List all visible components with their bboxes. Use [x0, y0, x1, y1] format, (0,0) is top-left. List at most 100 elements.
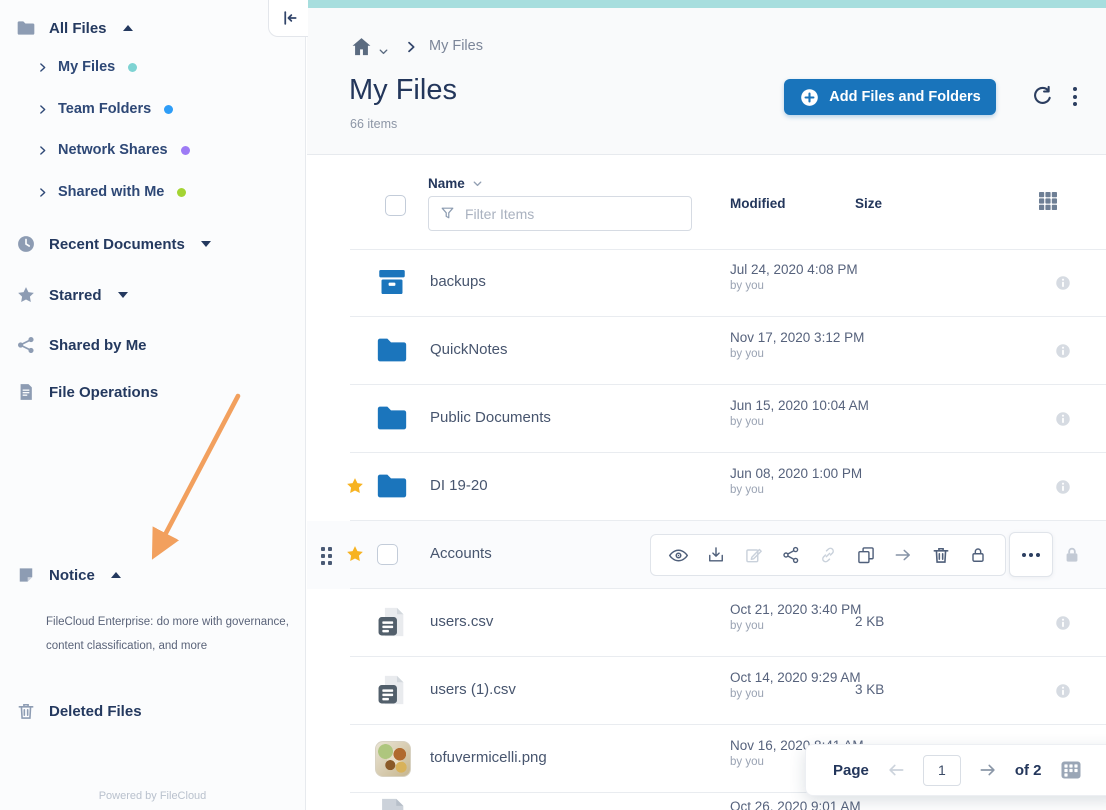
- archive-folder-icon: [375, 265, 409, 299]
- document-icon: [16, 382, 36, 402]
- select-all-checkbox[interactable]: [385, 195, 406, 216]
- info-icon[interactable]: [1054, 342, 1072, 360]
- notice-text: FileCloud Enterprise: do more with gover…: [46, 610, 300, 658]
- previous-page-icon[interactable]: [886, 760, 906, 780]
- grid-view-icon[interactable]: [1036, 189, 1060, 213]
- modified-date: Oct 14, 2020 9:29 AM: [730, 670, 861, 685]
- column-header-name[interactable]: Name: [428, 176, 484, 191]
- breadcrumb-current[interactable]: My Files: [429, 38, 483, 54]
- table-row-hovered[interactable]: Accounts: [307, 521, 1106, 589]
- copy-icon[interactable]: [856, 545, 876, 565]
- drag-handle-icon[interactable]: [321, 547, 332, 565]
- main-content: My Files My Files 66 items Add Files and…: [307, 0, 1106, 810]
- total-pages-label: of 2: [1015, 762, 1042, 779]
- column-header-modified[interactable]: Modified: [730, 196, 786, 211]
- sort-chevron-icon: [471, 177, 484, 190]
- modified-date: Jul 24, 2020 4:08 PM: [730, 262, 858, 277]
- sidebar-item-team-folders[interactable]: Team Folders: [36, 101, 173, 117]
- delete-trash-icon[interactable]: [931, 545, 951, 565]
- add-files-button[interactable]: Add Files and Folders: [784, 79, 996, 115]
- file-name[interactable]: DI 19-20: [430, 477, 488, 494]
- file-size: 2 KB: [855, 614, 884, 629]
- modified-by: by you: [730, 348, 864, 360]
- folder-icon: [375, 469, 409, 503]
- sidebar-item-starred[interactable]: Starred: [16, 285, 128, 305]
- sidebar-item-my-files[interactable]: My Files: [36, 59, 137, 75]
- sidebar-item-label: Deleted Files: [49, 703, 142, 720]
- page-grid-icon[interactable]: [1059, 758, 1083, 782]
- modified-date: Jun 08, 2020 1:00 PM: [730, 466, 862, 481]
- folder-icon: [16, 18, 36, 38]
- caret-down-icon: [201, 241, 211, 247]
- sidebar-item-network-shares[interactable]: Network Shares: [36, 142, 190, 158]
- table-row[interactable]: users.csv Oct 21, 2020 3:40 PMby you 2 K…: [307, 589, 1106, 657]
- blue-dot-icon: [164, 105, 173, 114]
- copy-link-icon[interactable]: [818, 545, 838, 565]
- more-actions-button[interactable]: [1009, 532, 1053, 577]
- share-icon[interactable]: [781, 545, 801, 565]
- file-name[interactable]: QuickNotes: [430, 341, 508, 358]
- image-thumbnail: [375, 741, 411, 777]
- info-icon[interactable]: [1054, 614, 1072, 632]
- file-name[interactable]: Accounts: [430, 545, 492, 562]
- top-accent-bar: [307, 0, 1106, 8]
- filter-funnel-icon: [439, 205, 456, 222]
- table-row[interactable]: DI 19-20 Jun 08, 2020 1:00 PMby you: [307, 453, 1106, 521]
- breadcrumb-home[interactable]: [350, 35, 390, 58]
- filter-input[interactable]: [465, 206, 681, 222]
- sidebar-item-all-files[interactable]: All Files: [16, 18, 133, 38]
- clock-icon: [16, 234, 36, 254]
- star-icon[interactable]: [345, 544, 365, 564]
- info-icon[interactable]: [1054, 682, 1072, 700]
- sidebar-item-label: Starred: [49, 287, 102, 304]
- sidebar-item-deleted-files[interactable]: Deleted Files: [16, 701, 142, 721]
- download-icon[interactable]: [706, 545, 726, 565]
- sidebar-item-shared-with-me[interactable]: Shared with Me: [36, 184, 186, 200]
- file-name[interactable]: Public Documents: [430, 409, 551, 426]
- collapse-sidebar-button[interactable]: [268, 0, 308, 37]
- file-name[interactable]: users (1).csv: [430, 681, 516, 698]
- table-row[interactable]: backups Jul 24, 2020 4:08 PM by you: [307, 249, 1106, 317]
- item-count: 66 items: [350, 117, 397, 131]
- caret-up-icon: [123, 25, 133, 31]
- folder-icon: [375, 333, 409, 367]
- file-size: 3 KB: [855, 682, 884, 697]
- file-name[interactable]: users.csv: [430, 613, 493, 630]
- table-row[interactable]: users (1).csv Oct 14, 2020 9:29 AMby you…: [307, 657, 1106, 725]
- row-checkbox[interactable]: [377, 544, 398, 565]
- more-options-icon[interactable]: [1073, 87, 1077, 106]
- chevron-right-icon: [36, 186, 49, 199]
- edit-icon[interactable]: [744, 545, 764, 565]
- lock-icon[interactable]: [968, 545, 988, 565]
- page-number-input[interactable]: [923, 755, 961, 786]
- teal-dot-icon: [128, 63, 137, 72]
- move-arrow-icon[interactable]: [893, 545, 913, 565]
- column-header-size[interactable]: Size: [855, 196, 882, 211]
- purple-dot-icon: [181, 146, 190, 155]
- table-row[interactable]: QuickNotes Nov 17, 2020 3:12 PMby you: [307, 317, 1106, 385]
- sidebar-item-notice[interactable]: Notice: [16, 565, 121, 585]
- page-title: My Files: [349, 74, 457, 107]
- star-icon[interactable]: [345, 476, 365, 496]
- info-icon[interactable]: [1054, 274, 1072, 292]
- preview-eye-icon[interactable]: [668, 545, 689, 566]
- chevron-right-icon: [36, 103, 49, 116]
- add-files-label: Add Files and Folders: [829, 89, 980, 105]
- next-page-icon[interactable]: [978, 760, 998, 780]
- sidebar-item-label: Shared by Me: [49, 337, 147, 354]
- modified-by: by you: [730, 280, 858, 292]
- table-row[interactable]: Public Documents Jun 15, 2020 10:04 AMby…: [307, 385, 1106, 453]
- sidebar-item-shared-by-me[interactable]: Shared by Me: [16, 335, 147, 355]
- collapse-left-icon: [279, 8, 299, 28]
- chevron-right-icon: [36, 144, 49, 157]
- sidebar-item-file-operations[interactable]: File Operations: [16, 382, 158, 402]
- trash-icon: [16, 701, 36, 721]
- info-icon[interactable]: [1054, 478, 1072, 496]
- file-name[interactable]: tofuvermicelli.png: [430, 749, 547, 766]
- file-name[interactable]: backups: [430, 273, 486, 290]
- sidebar-item-recent-documents[interactable]: Recent Documents: [16, 234, 211, 254]
- sidebar-item-label: File Operations: [49, 384, 158, 401]
- info-icon[interactable]: [1054, 410, 1072, 428]
- refresh-icon[interactable]: [1030, 84, 1055, 109]
- sidebar: All Files My Files Team Folders Network …: [0, 0, 306, 810]
